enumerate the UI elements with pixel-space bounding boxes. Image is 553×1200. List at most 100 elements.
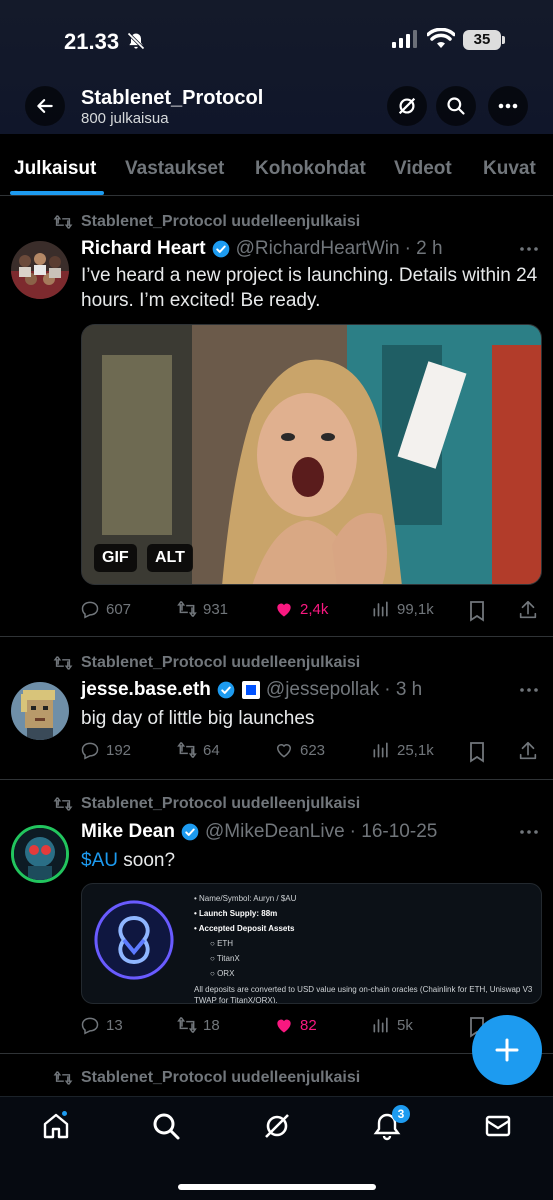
reply-icon <box>81 742 99 760</box>
repost-count: 18 <box>203 1016 220 1034</box>
profile-tabs: Julkaisut Vastaukset Kohokohdat Videot K… <box>0 134 553 196</box>
author-handle[interactable]: @RichardHeartWin <box>236 238 400 260</box>
tab-photos[interactable]: Kuvat <box>483 158 536 180</box>
like-button[interactable]: 2,4k <box>274 599 328 619</box>
list-item: • Launch Supply: 88m <box>194 909 278 918</box>
repost-indicator: Stablenet_Protocol uudelleenjulkaisi <box>53 654 360 672</box>
post-actions: 607 931 2,4k 99,1k <box>80 599 540 623</box>
bell-off-icon <box>127 32 145 50</box>
repost-icon <box>177 601 197 617</box>
grok-icon <box>398 97 416 115</box>
compose-post-button[interactable] <box>472 1015 542 1085</box>
search-icon[interactable] <box>151 1111 181 1141</box>
repost-indicator: Stablenet_Protocol uudelleenjulkaisi <box>53 795 360 813</box>
search-icon <box>447 97 465 115</box>
views-count: 5k <box>397 1016 413 1034</box>
grok-icon[interactable] <box>262 1111 292 1141</box>
repost-count: 931 <box>203 600 229 618</box>
avatar[interactable] <box>11 682 69 740</box>
avatar[interactable] <box>11 825 69 883</box>
notification-count-badge: 3 <box>392 1105 410 1123</box>
more-icon[interactable] <box>519 246 539 252</box>
like-button[interactable]: 623 <box>274 740 325 760</box>
views-button[interactable]: 99,1k <box>371 599 434 619</box>
post-text: I’ve heard a new project is launching. D… <box>81 265 538 311</box>
arrow-left-icon <box>37 99 53 113</box>
post[interactable]: Stablenet_Protocol uudelleenjulkaisi Mik… <box>0 781 553 1054</box>
verified-badge-icon <box>181 823 199 841</box>
cellular-signal-icon <box>392 30 417 48</box>
cashtag-link[interactable]: $AU <box>81 850 118 871</box>
list-item: ○ ORX <box>210 969 235 978</box>
more-icon[interactable] <box>519 687 539 693</box>
battery-indicator: 35 <box>463 30 505 50</box>
share-icon[interactable] <box>517 740 539 762</box>
token-details-list: • Name/Symbol: Auryn / $AU • Launch Supp… <box>194 894 534 1004</box>
post[interactable]: Stablenet_Protocol uudelleenjulkaisi jes… <box>0 638 553 780</box>
post-media-gif[interactable]: GIF ALT <box>81 324 542 585</box>
heart-outline-icon <box>276 744 292 758</box>
author-handle[interactable]: @jessepollak <box>266 679 379 701</box>
heart-filled-icon <box>277 1019 291 1033</box>
views-button[interactable]: 25,1k <box>371 740 434 760</box>
avatar[interactable] <box>11 241 69 299</box>
tab-replies[interactable]: Vastaukset <box>125 158 224 180</box>
profile-title: Stablenet_Protocol <box>81 87 264 109</box>
home-unread-dot <box>60 1109 69 1118</box>
auryn-logo-image <box>94 900 174 980</box>
status-bar: 21.33 35 <box>0 0 553 80</box>
home-indicator <box>178 1184 376 1190</box>
like-count: 623 <box>300 741 326 759</box>
author-handle[interactable]: @MikeDeanLive <box>205 821 345 843</box>
post-text: $AU soon? <box>81 848 541 873</box>
more-options-button[interactable] <box>488 86 528 126</box>
post[interactable]: Stablenet_Protocol uudelleenjulkaisi Ric… <box>0 197 553 637</box>
like-count: 2,4k <box>300 600 329 618</box>
alt-badge[interactable]: ALT <box>147 544 193 572</box>
plus-icon <box>495 1038 519 1062</box>
mail-icon[interactable] <box>483 1111 513 1141</box>
reply-button[interactable]: 192 <box>80 740 131 760</box>
tab-videos[interactable]: Videot <box>394 158 452 180</box>
reply-count: 13 <box>106 1016 123 1034</box>
search-button[interactable] <box>436 86 476 126</box>
author-name[interactable]: Richard Heart <box>81 238 206 260</box>
repost-label: Stablenet_Protocol uudelleenjulkaisi <box>81 213 361 230</box>
back-button[interactable] <box>25 86 65 126</box>
more-icon[interactable] <box>519 829 539 835</box>
views-button[interactable]: 5k <box>371 1015 413 1035</box>
like-button[interactable]: 82 <box>274 1015 317 1035</box>
views-chart-icon <box>373 601 388 617</box>
views-count: 99,1k <box>397 600 434 618</box>
pixel-punk-avatar <box>11 682 69 740</box>
reply-button[interactable]: 13 <box>80 1015 123 1035</box>
repost-button[interactable]: 64 <box>177 740 220 760</box>
post-time: · 3 h <box>384 679 423 700</box>
repost-button[interactable]: 931 <box>177 599 228 619</box>
tab-highlights[interactable]: Kohokohdat <box>255 158 366 180</box>
repost-button[interactable]: 18 <box>177 1015 220 1035</box>
post-time: · 2 h <box>404 238 443 259</box>
reply-button[interactable]: 607 <box>80 599 131 619</box>
grok-button[interactable] <box>387 86 427 126</box>
base-affiliate-icon <box>241 681 260 699</box>
post-time: · 16-10-25 <box>349 821 438 842</box>
views-count: 25,1k <box>397 741 434 759</box>
list-item: ○ TitanX <box>210 954 240 963</box>
repost-icon <box>177 1017 197 1033</box>
list-item: All deposits are converted to USD value … <box>194 985 533 1004</box>
tab-posts[interactable]: Julkaisut <box>14 158 96 180</box>
share-icon[interactable] <box>517 599 539 621</box>
bookmark-icon[interactable] <box>467 600 487 622</box>
attached-image-card[interactable]: • Name/Symbol: Auryn / $AU • Launch Supp… <box>81 883 542 1004</box>
bookmark-icon[interactable] <box>467 741 487 763</box>
author-name[interactable]: Mike Dean <box>81 821 175 843</box>
author-name[interactable]: jesse.base.eth <box>81 679 211 701</box>
wifi-icon <box>427 28 455 48</box>
post[interactable]: Stablenet_Protocol uudelleenjulkaisi <box>0 1055 553 1100</box>
group-photo-avatar <box>11 241 69 299</box>
repost-icon <box>53 1071 73 1085</box>
reply-count: 192 <box>106 741 132 759</box>
author-row: Richard Heart @RichardHeartWin · 2 h <box>81 238 443 260</box>
more-horizontal-icon <box>498 103 518 109</box>
